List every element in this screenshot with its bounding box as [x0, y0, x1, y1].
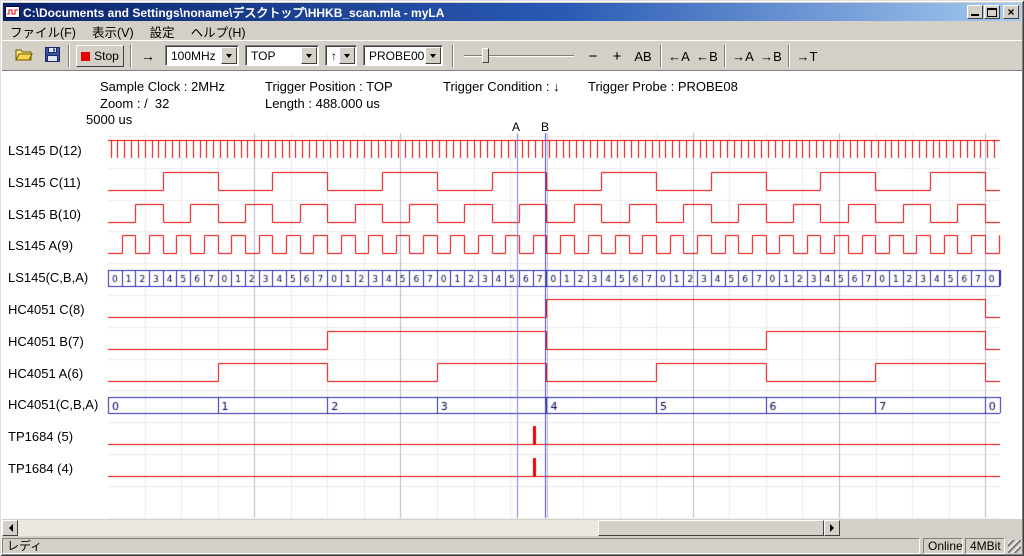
- waveform-canvas[interactable]: [0, 120, 1024, 520]
- status-memory: 4MBit: [965, 538, 1005, 554]
- status-online: Online: [923, 538, 963, 554]
- sample-clock-info: Sample Clock : 2MHz: [100, 79, 225, 94]
- save-floppy-icon: [45, 47, 60, 65]
- app-window: C:\Documents and Settings\noname\デスクトップ\…: [0, 0, 1024, 556]
- triangle-right-icon: [830, 524, 838, 532]
- stop-icon: [81, 52, 90, 61]
- toolbar-separator: [788, 45, 790, 67]
- menu-settings[interactable]: 設定: [142, 21, 183, 42]
- stop-button[interactable]: Stop: [76, 45, 124, 67]
- zoom-slider-thumb[interactable]: [482, 48, 489, 63]
- trigger-probe-select[interactable]: PROBE00: [363, 45, 443, 66]
- resize-grip[interactable]: [1008, 540, 1021, 553]
- toolbar-separator: [68, 45, 70, 67]
- minimize-button[interactable]: [967, 5, 983, 19]
- trigger-position-value: TOP: [251, 49, 275, 63]
- trigger-position-dropdown-button[interactable]: [301, 47, 317, 64]
- open-folder-icon: [15, 48, 33, 64]
- sample-clock-dropdown-button[interactable]: [221, 47, 237, 64]
- menu-bar: ファイル(F) 表示(V) 設定 ヘルプ(H): [2, 22, 1022, 40]
- triangle-left-icon: [5, 524, 13, 532]
- save-button[interactable]: [40, 45, 64, 67]
- goto-trigger-button[interactable]: →T: [794, 45, 820, 67]
- ab-cursors-button[interactable]: AB: [630, 45, 656, 67]
- chevron-down-icon: [344, 54, 350, 61]
- zoom-out-button[interactable]: −: [582, 45, 604, 67]
- status-bar: レディ Online 4MBit: [2, 538, 1022, 554]
- zoom-slider[interactable]: [464, 45, 574, 67]
- scrollbar-area: [2, 519, 1022, 537]
- toolbar-separator: [724, 45, 726, 67]
- sample-clock-value: 100MHz: [171, 49, 216, 63]
- maximize-button[interactable]: [984, 5, 1000, 19]
- trigger-probe-dropdown-button[interactable]: [425, 47, 441, 64]
- trigger-probe-info: Trigger Probe : PROBE08: [588, 79, 738, 94]
- cursor-a-label[interactable]: A: [512, 120, 520, 134]
- scroll-left-button[interactable]: [2, 520, 18, 536]
- close-icon: ×: [1007, 7, 1014, 17]
- length-info: Length : 488.000 us: [265, 96, 380, 111]
- toolbar-separator: [452, 45, 454, 67]
- close-button[interactable]: ×: [1003, 5, 1019, 19]
- scrollbar-thumb[interactable]: [598, 520, 824, 536]
- maximize-icon: [987, 8, 997, 17]
- zoom-slider-track[interactable]: [464, 55, 574, 57]
- chevron-down-icon: [306, 54, 312, 61]
- trigger-edge-select[interactable]: ↑: [325, 45, 357, 66]
- window-title: C:\Documents and Settings\noname\デスクトップ\…: [23, 4, 967, 21]
- run-button[interactable]: →: [136, 45, 160, 67]
- trigger-position-select[interactable]: TOP: [245, 45, 319, 66]
- trigger-edge-value: ↑: [331, 49, 337, 63]
- toolbar-separator: [660, 45, 662, 67]
- cursor-b-label[interactable]: B: [541, 120, 549, 134]
- goto-b-prev-button[interactable]: ←B: [694, 45, 720, 67]
- toolbar: Stop → 100MHz TOP ↑ PROBE00 − + AB ←A: [2, 40, 1022, 70]
- open-button[interactable]: [12, 45, 36, 67]
- horizontal-scrollbar[interactable]: [2, 520, 840, 536]
- chevron-down-icon: [226, 54, 232, 61]
- status-message: レディ: [2, 538, 920, 554]
- goto-a-next-button[interactable]: →A: [730, 45, 756, 67]
- scroll-right-button[interactable]: [824, 520, 840, 536]
- app-icon[interactable]: [5, 5, 20, 20]
- minimize-icon: [971, 14, 979, 16]
- stop-label: Stop: [94, 49, 119, 63]
- menu-view[interactable]: 表示(V): [84, 21, 142, 42]
- trigger-probe-value: PROBE00: [369, 49, 424, 63]
- chevron-down-icon: [430, 54, 436, 61]
- toolbar-separator: [130, 45, 132, 67]
- goto-b-next-button[interactable]: →B: [758, 45, 784, 67]
- zoom-in-button[interactable]: +: [606, 45, 628, 67]
- trigger-edge-dropdown-button[interactable]: [339, 47, 355, 64]
- sample-clock-select[interactable]: 100MHz: [165, 45, 239, 66]
- goto-a-prev-button[interactable]: ←A: [666, 45, 692, 67]
- trigger-condition-info: Trigger Condition : ↓: [443, 79, 560, 94]
- trigger-position-info: Trigger Position : TOP: [265, 79, 393, 94]
- menu-file[interactable]: ファイル(F): [2, 21, 84, 42]
- title-bar: C:\Documents and Settings\noname\デスクトップ\…: [3, 3, 1021, 21]
- zoom-info: Zoom : / 32: [100, 96, 169, 111]
- menu-help[interactable]: ヘルプ(H): [183, 21, 254, 42]
